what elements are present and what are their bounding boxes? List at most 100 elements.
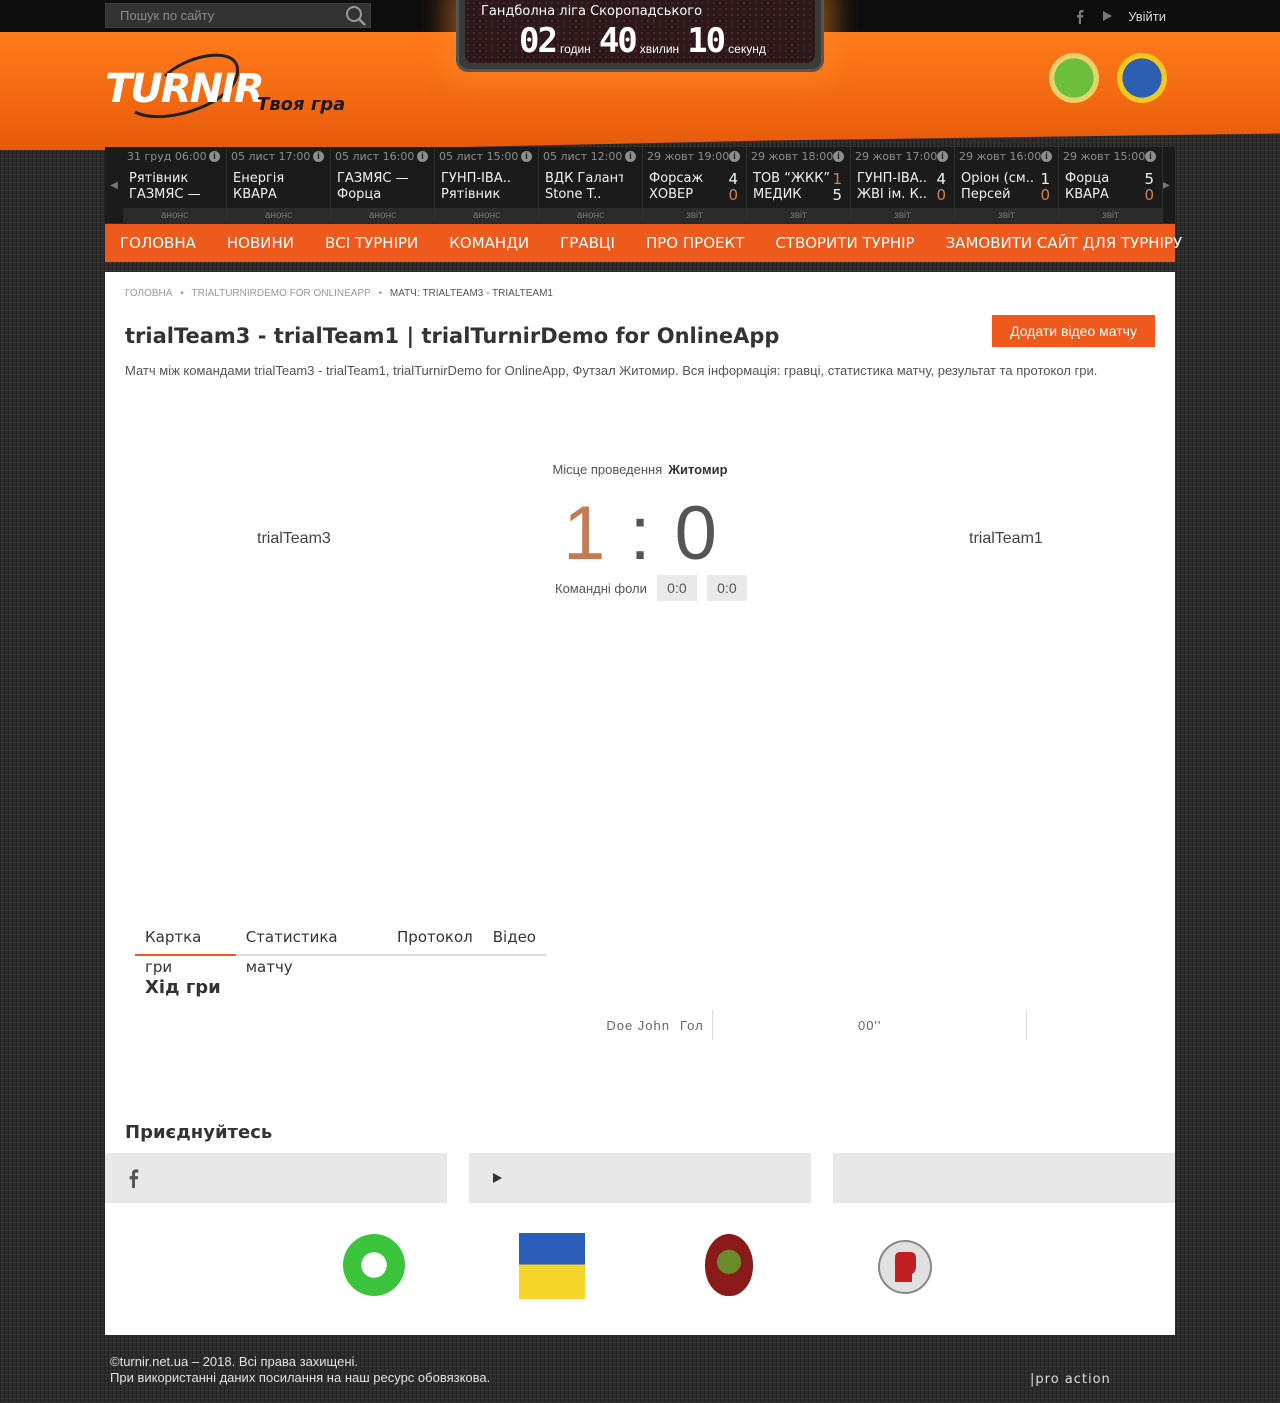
search-icon[interactable] (344, 5, 368, 27)
home-fouls: 0:0 (656, 575, 697, 601)
info-icon[interactable]: i (521, 151, 532, 162)
match-card[interactable]: 05 лист 17:00 i Енергія КВАРА анонс (227, 147, 331, 223)
match-away-score: 0 (728, 186, 738, 204)
tab-match-stats[interactable]: Статистика матчу (236, 922, 387, 976)
nav-item[interactable]: Головна (120, 234, 196, 252)
home-score: 1 (563, 491, 606, 576)
partner-badge-right[interactable] (1117, 53, 1167, 103)
add-video-button[interactable]: Додати відео матчу (992, 315, 1155, 347)
match-card[interactable]: 29 жовт 18:00 i ТОВ “ЖКК” МЕДИК 1 5 звіт (747, 147, 851, 223)
match-card[interactable]: 29 жовт 16:00 i Оріон (см.. Персей 1 0 звіт (955, 147, 1059, 223)
match-away-team: ГАЗМЯС — (129, 187, 201, 202)
countdown-scoreboard[interactable]: Гандболна ліга Скоропадського 02 годин 4… (456, 0, 824, 72)
match-footer-link[interactable]: анонс (539, 208, 642, 223)
match-home-team: ГУНП-ІВА.. (857, 171, 928, 186)
breadcrumb-current: Матч: trialTeam3 - trialTeam1 (389, 288, 553, 299)
countdown-minutes-label: хвилин (639, 42, 680, 56)
breadcrumb-home[interactable]: Головна (125, 288, 172, 299)
facebook-icon[interactable] (1072, 8, 1086, 24)
tab-game-card[interactable]: Картка гри (135, 922, 236, 976)
nav-item[interactable]: Гравці (560, 234, 615, 252)
match-away-team: КВАРА (1065, 187, 1109, 202)
match-date: 29 жовт 17:00 (855, 150, 938, 163)
event-divider (712, 1010, 713, 1040)
info-icon[interactable]: i (313, 151, 324, 162)
developer-logo[interactable]: |pro action (1030, 1372, 1111, 1387)
countdown-hours-label: годин (559, 42, 591, 56)
partner-badge-left[interactable] (1049, 53, 1099, 103)
partner-logo-christian-league[interactable] (519, 1233, 585, 1299)
tab-video[interactable]: Відео (483, 922, 546, 956)
match-home-team: Оріон (см.. (961, 171, 1034, 186)
ticker-prev-arrow-icon[interactable]: ◀ (105, 147, 123, 223)
breadcrumb-separator: • (378, 288, 383, 299)
nav-item[interactable]: Команди (449, 234, 529, 252)
match-footer-link[interactable]: анонс (123, 208, 226, 223)
match-date: 29 жовт 15:00 (1063, 150, 1146, 163)
match-footer-link[interactable]: звіт (955, 208, 1058, 223)
match-home-team: Рятівник (129, 171, 189, 186)
nav-item[interactable]: Замовити сайт для турніру (946, 234, 1183, 252)
partner-logo-football-club[interactable] (343, 1234, 405, 1296)
match-score: 1:0 (105, 490, 1175, 577)
nav-item[interactable]: Всі турніри (325, 234, 418, 252)
match-away-team: Stone T.. (545, 187, 602, 202)
social-widget-empty[interactable] (833, 1153, 1175, 1203)
facebook-icon (125, 1165, 141, 1191)
footer-copyright: ©turnir.net.ua – 2018. Всі права захищен… (110, 1354, 490, 1386)
match-footer-link[interactable]: анонс (227, 208, 330, 223)
partner-logo-fortuna[interactable] (705, 1234, 753, 1296)
info-icon[interactable]: i (209, 151, 220, 162)
info-icon[interactable]: i (1145, 151, 1156, 162)
info-icon[interactable]: i (417, 151, 428, 162)
match-card[interactable]: 29 жовт 17:00 i ГУНП-ІВА.. ЖВІ ім. К.. 4 0 зві… (851, 147, 955, 223)
search-input[interactable] (106, 4, 341, 27)
match-footer-link[interactable]: звіт (747, 208, 850, 223)
score-separator: : (629, 491, 651, 576)
match-footer-link[interactable]: звіт (851, 208, 954, 223)
info-icon[interactable]: i (625, 151, 636, 162)
info-icon[interactable]: i (729, 151, 740, 162)
breadcrumb-separator: • (180, 288, 184, 299)
info-icon[interactable]: i (1041, 151, 1052, 162)
event-player[interactable]: Doe John (606, 1018, 670, 1033)
match-card[interactable]: 29 жовт 19:00 i Форсаж ХОВЕР 4 0 звіт (643, 147, 747, 223)
match-date: 05 лист 15:00 (439, 150, 519, 163)
match-card[interactable]: 05 лист 12:00 i ВДК Галант Stone T.. анонс (539, 147, 643, 223)
nav-item[interactable]: Про проект (646, 234, 744, 252)
match-card[interactable]: 05 лист 16:00 i ГАЗМЯС — Форца анонс (331, 147, 435, 223)
match-tabs: Картка гри Статистика матчу Протокол Від… (135, 922, 546, 976)
info-icon[interactable]: i (833, 151, 844, 162)
footer-line-2: При використанні даних посилання на наш … (110, 1370, 491, 1385)
match-home-team: Енергія (233, 171, 285, 186)
match-card[interactable]: 31 груд 06:00 i Рятівник ГАЗМЯС — анонс (123, 147, 227, 223)
nav-item[interactable]: Новини (227, 234, 294, 252)
match-footer-link[interactable]: звіт (1059, 208, 1162, 223)
countdown-seconds-label: секунд (728, 42, 766, 56)
match-home-team: ВДК Галант (545, 171, 623, 186)
join-title: Приєднуйтесь (125, 1122, 273, 1143)
match-away-team: Рятівник (441, 187, 501, 202)
site-logo[interactable]: TURNIR Твоя гра (105, 50, 350, 122)
youtube-icon[interactable] (1100, 8, 1114, 24)
countdown-row: 02 годин 40 хвилин 10 секунд (519, 22, 774, 60)
match-away-team: ЖВІ ім. К.. (857, 187, 928, 202)
logo-brand: TURNIR (105, 66, 265, 112)
partner-logo-fist[interactable] (875, 1234, 935, 1296)
match-card[interactable]: 29 жовт 15:00 i Форца КВАРА 5 0 звіт (1059, 147, 1163, 223)
login-link[interactable]: Увійти (1128, 9, 1166, 24)
match-card[interactable]: 05 лист 15:00 i ГУНП-ІВА.. Рятівник анонс (435, 147, 539, 223)
match-home-team: ГАЗМЯС — (337, 171, 409, 186)
match-footer-link[interactable]: звіт (643, 208, 746, 223)
facebook-widget[interactable] (105, 1153, 447, 1203)
tab-protocol[interactable]: Протокол (387, 922, 483, 956)
match-date: 05 лист 17:00 (231, 150, 311, 163)
nav-item[interactable]: Створити турнір (775, 234, 914, 252)
youtube-widget[interactable] (469, 1153, 811, 1203)
info-icon[interactable]: i (937, 151, 948, 162)
breadcrumb-tournament[interactable]: trialTurnirDemo for OnlineApp (192, 288, 371, 299)
match-date: 29 жовт 16:00 (959, 150, 1042, 163)
match-footer-link[interactable]: анонс (331, 208, 434, 223)
search-box (105, 3, 371, 28)
match-footer-link[interactable]: анонс (435, 208, 538, 223)
